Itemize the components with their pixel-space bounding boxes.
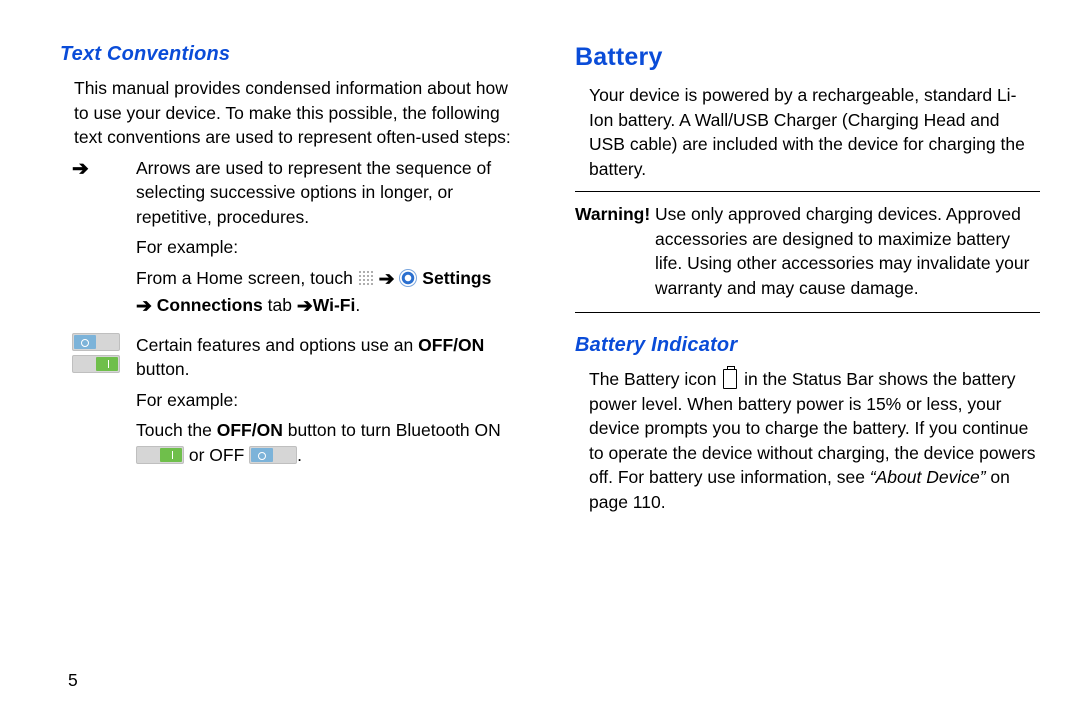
toggle-line2: Touch the OFF/ON button to turn Bluetoot… [136, 418, 525, 467]
period: . [297, 445, 302, 465]
warning-block: Warning! Use only approved charging devi… [575, 191, 1040, 313]
convention-arrow-row: ➔ Arrows are used to represent the seque… [60, 156, 525, 327]
arrow-icon: ➔ [379, 269, 395, 290]
offon-bold-1: OFF/ON [418, 335, 484, 355]
arrow-body: Arrows are used to represent the sequenc… [136, 156, 525, 327]
right-column: Battery Your device is powered by a rech… [575, 40, 1040, 520]
battery-icon [723, 369, 737, 389]
toggle-for-example: For example: [136, 388, 525, 413]
convention-toggle-row: Certain features and options use an OFF/… [60, 333, 525, 474]
arrow-symbol-cell: ➔ [60, 156, 118, 327]
settings-gear-icon [399, 269, 417, 287]
wifi-text: Wi-Fi [313, 295, 356, 315]
toggle-body: Certain features and options use an OFF/… [136, 333, 525, 474]
warning-body-text: Use only approved charging devices. Appr… [650, 204, 1029, 298]
toggle-line1: Certain features and options use an OFF/… [136, 333, 525, 382]
arrow-icon: ➔ [136, 296, 152, 317]
battery-para1: Your device is powered by a rechargeable… [589, 83, 1040, 181]
arrow-icon: ➔ [297, 296, 313, 317]
page-number: 5 [68, 668, 78, 693]
toggle-off-icon [249, 446, 297, 464]
about-device-ref: “About Device” [870, 467, 986, 487]
tab-word: tab [263, 295, 297, 315]
arrow-icon: ➔ [72, 159, 89, 179]
heading-battery: Battery [575, 40, 1040, 75]
text-conventions-intro: This manual provides condensed informati… [74, 76, 525, 150]
offon-bold-2: OFF/ON [217, 420, 283, 440]
arrow-for-example: For example: [136, 235, 525, 260]
toggle-line2b: button to turn Bluetooth ON [283, 420, 501, 440]
arrow-desc: Arrows are used to represent the sequenc… [136, 156, 525, 230]
arrow-example-line: From a Home screen, touch ➔ Settings ➔ C… [136, 266, 525, 321]
toggle-on-icon [72, 355, 120, 373]
period: . [355, 295, 360, 315]
toggle-line2a: Touch the [136, 420, 217, 440]
warning-text: Warning! Use only approved charging devi… [655, 202, 1040, 300]
settings-text: Settings [417, 268, 491, 288]
toggle-icons-cell [60, 333, 118, 474]
battery-indicator-para: The Battery icon in the Status Bar shows… [589, 367, 1040, 514]
toggle-or: or OFF [184, 445, 249, 465]
left-column: Text Conventions This manual provides co… [60, 40, 525, 520]
arrow-ex-prefix: From a Home screen, touch [136, 268, 358, 288]
page-columns: Text Conventions This manual provides co… [60, 40, 1040, 520]
toggle-line1a: Certain features and options use an [136, 335, 418, 355]
heading-text-conventions: Text Conventions [60, 40, 525, 68]
toggle-off-icon [72, 333, 120, 351]
toggle-line1b: button. [136, 359, 190, 379]
toggle-on-icon [136, 446, 184, 464]
heading-battery-indicator: Battery Indicator [575, 331, 1040, 359]
warning-label: Warning! [575, 204, 650, 224]
apps-grid-icon [358, 270, 374, 286]
connections-text: Connections [152, 295, 263, 315]
bi-a: The Battery icon [589, 369, 721, 389]
